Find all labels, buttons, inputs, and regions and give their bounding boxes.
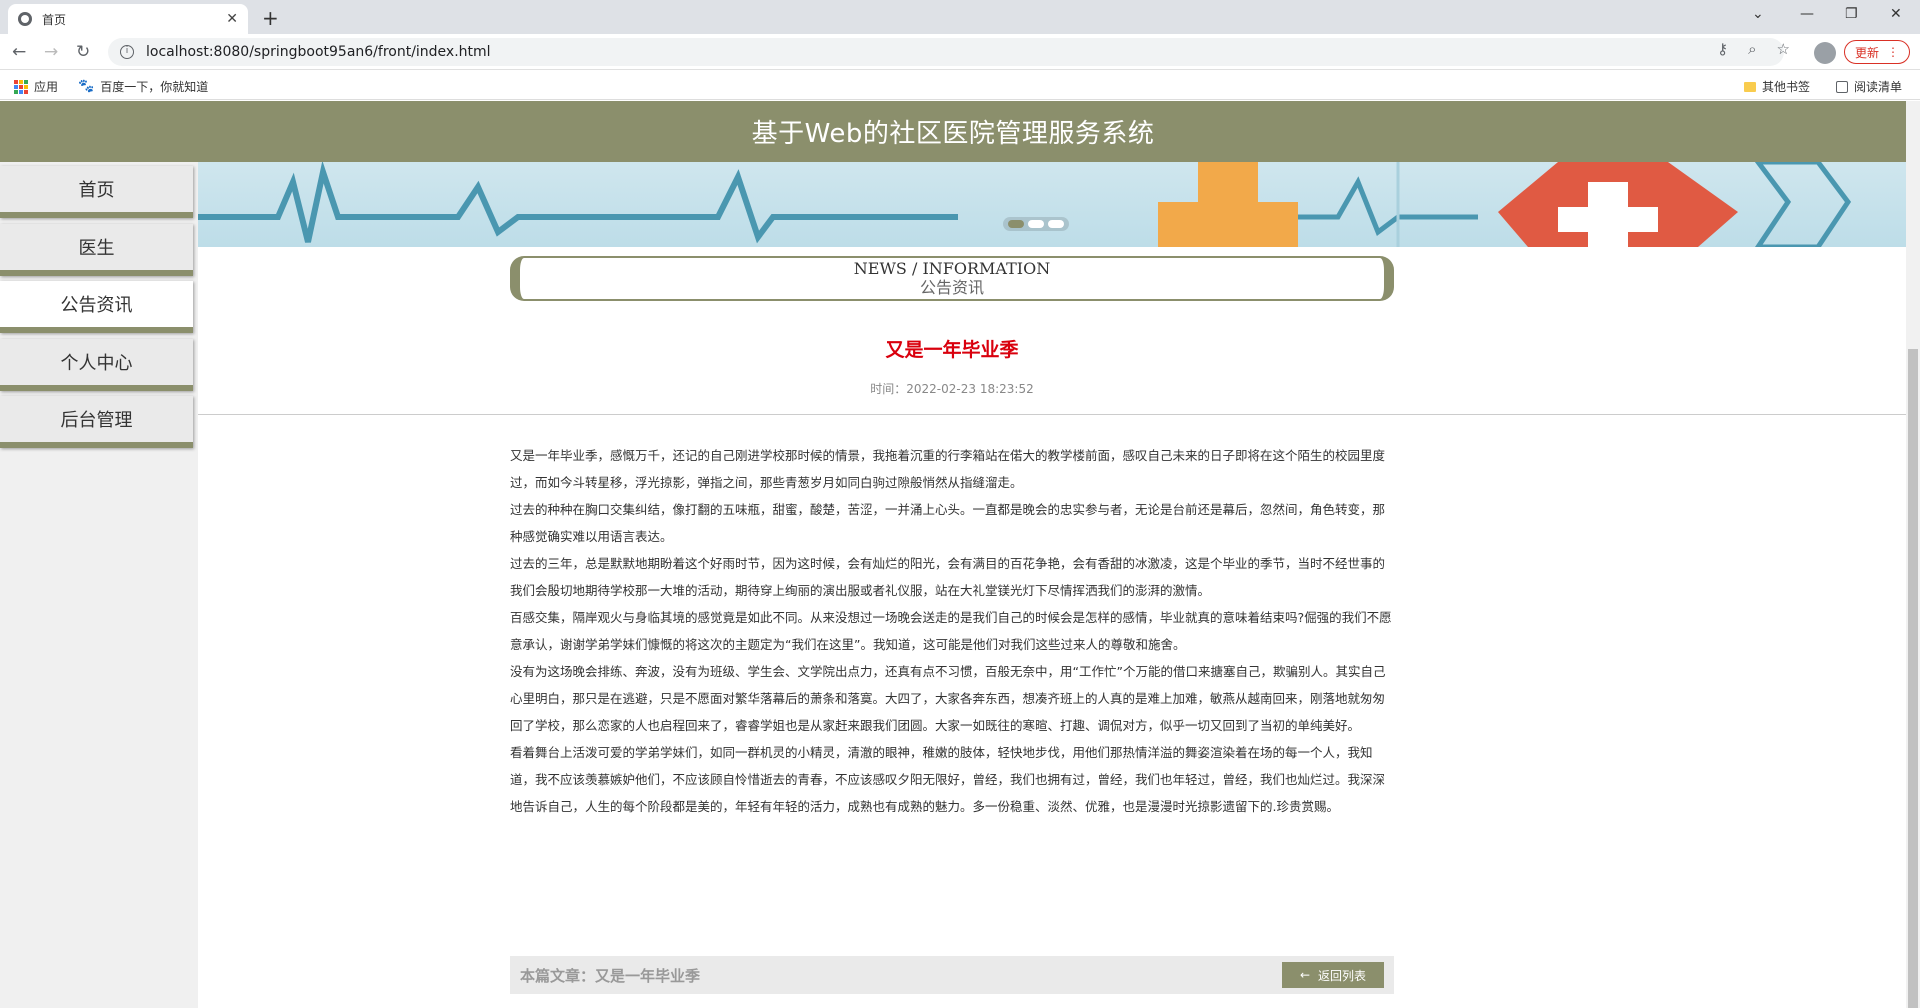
reading-list-label: 阅读清单 — [1854, 80, 1903, 94]
bookmark-apps[interactable]: 应用 — [14, 78, 58, 95]
nav-item-home[interactable]: 首页 — [0, 166, 193, 218]
reload-icon[interactable]: ↻ — [76, 42, 90, 62]
reading-list[interactable]: 阅读清单 — [1836, 78, 1902, 95]
section-title-cn: 公告资讯 — [919, 278, 984, 297]
minimize-icon[interactable]: — — [1800, 6, 1814, 22]
page-viewport: 基于Web的社区医院管理服务系统 首页 医生 公告资讯 个人中心 后台管理 NE… — [0, 101, 1906, 1008]
back-to-list-button[interactable]: ← 返回列表 — [1282, 962, 1384, 988]
tab-title: 首页 — [42, 12, 67, 27]
bookmark-apps-label: 应用 — [34, 80, 59, 94]
forward-icon[interactable]: → — [44, 42, 58, 62]
carousel-dot-3[interactable] — [1048, 220, 1064, 228]
article-body: 又是一年毕业季，感慨万千，还记的自己刚进学校那时候的情景，我拖着沉重的行李箱站在… — [510, 442, 1394, 820]
update-button[interactable]: 更新 ⋮ — [1844, 40, 1910, 64]
article-paragraph: 百感交集，隔岸观火与身临其境的感觉竟是如此不同。从来没想过一场晚会送走的是我们自… — [510, 610, 1392, 652]
address-toolbar: ← → ↻ i localhost:8080/springboot95an6/f… — [0, 34, 1920, 70]
section-heading: NEWS / INFORMATION 公告资讯 — [510, 256, 1394, 301]
more-menu-icon: ⋮ — [1887, 45, 1899, 59]
close-window-icon[interactable]: ✕ — [1890, 6, 1902, 22]
article-paragraph: 又是一年毕业季，感慨万千，还记的自己刚进学校那时候的情景，我拖着沉重的行李箱站在… — [510, 448, 1386, 490]
carousel-dot-2[interactable] — [1028, 220, 1044, 228]
baidu-paw-icon: 🐾 — [78, 79, 95, 94]
back-icon[interactable]: ← — [12, 42, 26, 62]
arrow-left-icon: ← — [1299, 968, 1311, 982]
bookmark-baidu-label: 百度一下，你就知道 — [100, 80, 209, 94]
article-paragraph: 过去的三年，总是默默地期盼着这个好雨时节，因为这时候，会有灿烂的阳光，会有满目的… — [510, 556, 1386, 598]
sidebar-nav: 首页 医生 公告资讯 个人中心 后台管理 — [0, 162, 198, 1008]
nav-item-admin[interactable]: 后台管理 — [0, 396, 193, 448]
profile-avatar[interactable] — [1814, 42, 1836, 64]
url-text: localhost:8080/springboot95an6/front/ind… — [146, 44, 491, 60]
nav-item-profile[interactable]: 个人中心 — [0, 339, 193, 391]
bookmark-other-folder[interactable]: 其他书签 — [1744, 78, 1810, 95]
divider — [198, 414, 1906, 415]
back-to-list-label: 返回列表 — [1318, 968, 1367, 983]
article-title: 又是一年毕业季 — [885, 339, 1019, 361]
nav-item-doctor[interactable]: 医生 — [0, 224, 193, 276]
carousel-banner — [198, 162, 1906, 247]
article-footer: 本篇文章：又是一年毕业季 ← 返回列表 — [510, 956, 1394, 994]
folder-icon — [1744, 81, 1756, 92]
reading-list-icon — [1836, 80, 1848, 93]
update-label: 更新 — [1854, 45, 1879, 60]
page-scrollbar[interactable] — [1906, 101, 1920, 1008]
article-paragraph: 过去的种种在胸口交集纠结，像打翻的五味瓶，甜蜜，酸楚，苦涩，一并涌上心头。一直都… — [510, 502, 1386, 544]
url-bar[interactable]: i localhost:8080/springboot95an6/front/i… — [108, 38, 1784, 66]
scrollbar-thumb[interactable] — [1908, 349, 1918, 1008]
carousel-dot-1[interactable] — [1008, 220, 1024, 228]
nav-item-news[interactable]: 公告资讯 — [0, 281, 193, 333]
close-tab-icon[interactable]: ✕ — [226, 11, 238, 27]
bookmark-baidu[interactable]: 🐾 百度一下，你就知道 — [78, 78, 208, 95]
section-title-en: NEWS / INFORMATION — [853, 259, 1051, 278]
browser-tab-strip: 首页 ✕ + ⌄ — ❐ ✕ — [0, 0, 1920, 34]
carousel-indicators — [1003, 217, 1069, 231]
bookmark-star-icon[interactable]: ☆ — [1777, 40, 1790, 58]
site-title: 基于Web的社区医院管理服务系统 — [751, 119, 1155, 149]
restore-icon[interactable]: ❐ — [1845, 6, 1858, 22]
article-paragraph: 看着舞台上活泼可爱的学弟学妹们，如同一群机灵的小精灵，清澈的眼神，稚嫩的肢体，轻… — [510, 745, 1386, 814]
article-paragraph: 没有为这场晚会排练、奔波，没有为班级、学生会、文学院出点力，还真有点不习惯，百般… — [510, 664, 1386, 733]
bookmarks-bar: 应用 🐾 百度一下，你就知道 其他书签 阅读清单 — [0, 70, 1920, 100]
article-time: 时间：2022-02-23 18:23:52 — [870, 382, 1034, 396]
apps-grid-icon — [14, 79, 28, 94]
site-header: 基于Web的社区医院管理服务系统 — [0, 101, 1906, 162]
zoom-icon[interactable]: ⌕ — [1748, 40, 1756, 58]
new-tab-icon[interactable]: + — [262, 6, 279, 30]
key-icon[interactable]: ⚷ — [1717, 40, 1728, 58]
site-info-icon[interactable]: i — [120, 45, 134, 59]
globe-icon — [18, 12, 32, 26]
browser-tab[interactable]: 首页 ✕ — [8, 4, 248, 34]
bookmark-others-label: 其他书签 — [1762, 80, 1811, 94]
tab-search-icon[interactable]: ⌄ — [1752, 6, 1764, 22]
current-article-label: 本篇文章：又是一年毕业季 — [520, 966, 701, 985]
banner-medical-graphic — [198, 162, 1852, 247]
